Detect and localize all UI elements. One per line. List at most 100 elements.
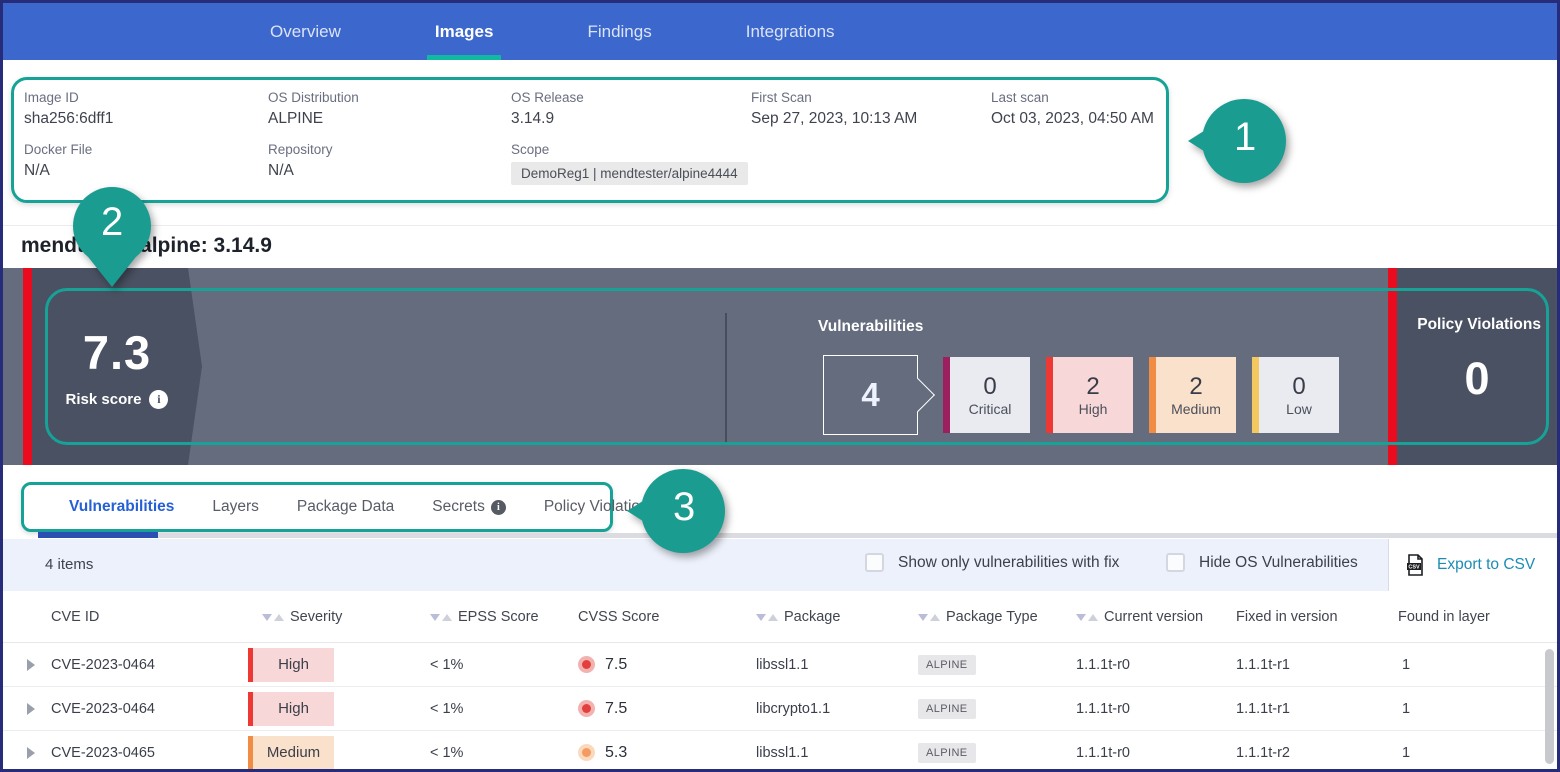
filter-os: Hide OS Vulnerabilities bbox=[1166, 553, 1358, 572]
vulnerability-table-header: CVE ID Severity EPSS Score CVSS Score Pa… bbox=[3, 591, 1557, 643]
tab-package-data[interactable]: Package Data bbox=[297, 498, 394, 516]
export-to-csv-label: Export to CSV bbox=[1437, 556, 1535, 574]
nav-tab-images[interactable]: Images bbox=[423, 3, 506, 60]
critical-count-box: 0 Critical bbox=[943, 357, 1030, 433]
meta-field-first-scan: First Scan Sep 27, 2023, 10:13 AM bbox=[751, 90, 991, 128]
nav-tab-overview[interactable]: Overview bbox=[258, 3, 353, 60]
column-label: Severity bbox=[290, 609, 342, 625]
medium-label: Medium bbox=[1171, 401, 1221, 417]
nav-tab-integrations[interactable]: Integrations bbox=[734, 3, 847, 60]
tab-underline-track bbox=[158, 533, 1557, 538]
meta-value: sha256:6dff1 bbox=[24, 110, 268, 128]
vulnerabilities-total-box: 4 bbox=[823, 355, 918, 435]
fixed-in-version: 1.1.1t-r1 bbox=[1222, 701, 1384, 717]
red-stripe-left bbox=[23, 268, 32, 465]
low-count: 0 bbox=[1292, 373, 1305, 401]
annotation-callout-1: 1 bbox=[1186, 96, 1288, 186]
risk-score-panel: 7.3 Risk score bbox=[32, 268, 202, 465]
current-version: 1.1.1t-r0 bbox=[1062, 701, 1222, 717]
column-package[interactable]: Package bbox=[742, 609, 904, 625]
annotation-callout-3: 3 bbox=[625, 466, 727, 556]
detail-tabs-section: Vulnerabilities Layers Package Data Secr… bbox=[3, 465, 1557, 539]
column-severity[interactable]: Severity bbox=[248, 609, 416, 625]
sort-icon[interactable] bbox=[430, 614, 452, 621]
meta-field-scope: Scope DemoReg1 | mendtester/alpine4444 bbox=[511, 142, 991, 185]
secrets-info-icon[interactable] bbox=[491, 500, 506, 515]
svg-text:CSV: CSV bbox=[1408, 565, 1420, 571]
row-expander-icon[interactable] bbox=[27, 747, 35, 759]
meta-label: Repository bbox=[268, 142, 511, 157]
tab-secrets[interactable]: Secrets bbox=[432, 498, 506, 516]
fixed-in-version: 1.1.1t-r1 bbox=[1222, 657, 1384, 673]
meta-value: ALPINE bbox=[268, 110, 511, 128]
table-row[interactable]: CVE-2023-0464 High < 1% 7.5 libssl1.1 AL… bbox=[3, 643, 1557, 687]
column-label: Package Type bbox=[946, 609, 1038, 625]
export-to-csv-button[interactable]: CSV Export to CSV bbox=[1389, 539, 1557, 591]
meta-label: Scope bbox=[511, 142, 991, 157]
low-label: Low bbox=[1286, 401, 1312, 417]
sort-icon[interactable] bbox=[262, 614, 284, 621]
os-filter-label: Hide OS Vulnerabilities bbox=[1199, 554, 1358, 572]
items-count: 4 items bbox=[45, 556, 93, 573]
image-metadata-section: Image ID sha256:6dff1 OS Distribution AL… bbox=[3, 60, 1557, 225]
table-row[interactable]: CVE-2023-0465 Medium < 1% 5.3 libssl1.1 … bbox=[3, 731, 1557, 769]
table-row[interactable]: CVE-2023-0464 High < 1% 7.5 libcrypto1.1… bbox=[3, 687, 1557, 731]
meta-label: OS Distribution bbox=[268, 90, 511, 105]
section-divider bbox=[3, 225, 1557, 226]
critical-count: 0 bbox=[983, 373, 996, 401]
cvss-severity-dot-icon bbox=[578, 744, 595, 761]
package-type-chip: ALPINE bbox=[918, 699, 976, 719]
cve-id: CVE-2023-0465 bbox=[47, 745, 248, 761]
policy-violations-count: 0 bbox=[1397, 353, 1557, 405]
sort-icon[interactable] bbox=[1076, 614, 1098, 621]
meta-field-last-scan: Last scan Oct 03, 2023, 04:50 AM bbox=[991, 90, 1166, 128]
row-expander-icon[interactable] bbox=[27, 659, 35, 671]
callout-number: 2 bbox=[101, 200, 123, 245]
fixed-in-version: 1.1.1t-r2 bbox=[1222, 745, 1384, 761]
row-expander-icon[interactable] bbox=[27, 703, 35, 715]
risk-score-value: 7.3 bbox=[83, 325, 151, 380]
column-label: Found in layer bbox=[1398, 609, 1490, 625]
vertical-scrollbar-thumb[interactable] bbox=[1545, 649, 1554, 764]
vulnerabilities-heading: Vulnerabilities bbox=[818, 318, 923, 336]
vulnerabilities-total: 4 bbox=[861, 376, 879, 414]
app-window: Overview Images Findings Integrations Im… bbox=[0, 0, 1560, 772]
column-package-type[interactable]: Package Type bbox=[904, 609, 1062, 625]
current-version: 1.1.1t-r0 bbox=[1062, 657, 1222, 673]
column-current-version[interactable]: Current version bbox=[1062, 609, 1222, 625]
epss-score: < 1% bbox=[416, 745, 564, 761]
critical-label: Critical bbox=[969, 401, 1012, 417]
meta-field-image-id: Image ID sha256:6dff1 bbox=[24, 90, 268, 128]
meta-value: Sep 27, 2023, 10:13 AM bbox=[751, 110, 991, 128]
os-filter-checkbox[interactable] bbox=[1166, 553, 1185, 572]
callout-number: 3 bbox=[673, 485, 695, 530]
sort-icon[interactable] bbox=[756, 614, 778, 621]
package-type-chip: ALPINE bbox=[918, 655, 976, 675]
tab-vulnerabilities[interactable]: Vulnerabilities bbox=[69, 498, 174, 516]
policy-violations-heading: Policy Violations bbox=[1417, 316, 1541, 334]
package-name: libssl1.1 bbox=[742, 657, 904, 673]
tab-layers[interactable]: Layers bbox=[212, 498, 259, 516]
cve-id: CVE-2023-0464 bbox=[47, 657, 248, 673]
vulnerability-table-body: CVE-2023-0464 High < 1% 7.5 libssl1.1 AL… bbox=[3, 643, 1557, 769]
fix-filter-checkbox[interactable] bbox=[865, 553, 884, 572]
high-count-box: 2 High bbox=[1046, 357, 1133, 433]
medium-count-box: 2 Medium bbox=[1149, 357, 1236, 433]
column-epss-score[interactable]: EPSS Score bbox=[416, 609, 564, 625]
high-count: 2 bbox=[1086, 373, 1099, 401]
meta-field-docker-file: Docker File N/A bbox=[24, 142, 268, 185]
severity-count-boxes: 0 Critical 2 High 2 Medium 0 Low bbox=[943, 357, 1339, 433]
sort-icon[interactable] bbox=[918, 614, 940, 621]
risk-score-info-icon[interactable] bbox=[149, 390, 168, 409]
fix-filter-label: Show only vulnerabilities with fix bbox=[898, 554, 1119, 572]
column-fixed-in-version: Fixed in version bbox=[1222, 609, 1384, 625]
column-label: Package bbox=[784, 609, 840, 625]
meta-field-os-distribution: OS Distribution ALPINE bbox=[268, 90, 511, 128]
found-in-layer: 1 bbox=[1384, 657, 1557, 673]
meta-label: OS Release bbox=[511, 90, 751, 105]
package-name: libcrypto1.1 bbox=[742, 701, 904, 717]
image-metadata-panel: Image ID sha256:6dff1 OS Distribution AL… bbox=[11, 77, 1169, 203]
risk-summary-bar: 7.3 Risk score Critical 0% High 50 bbox=[3, 268, 1557, 465]
severity-badge: High bbox=[248, 692, 334, 726]
nav-tab-findings[interactable]: Findings bbox=[575, 3, 663, 60]
